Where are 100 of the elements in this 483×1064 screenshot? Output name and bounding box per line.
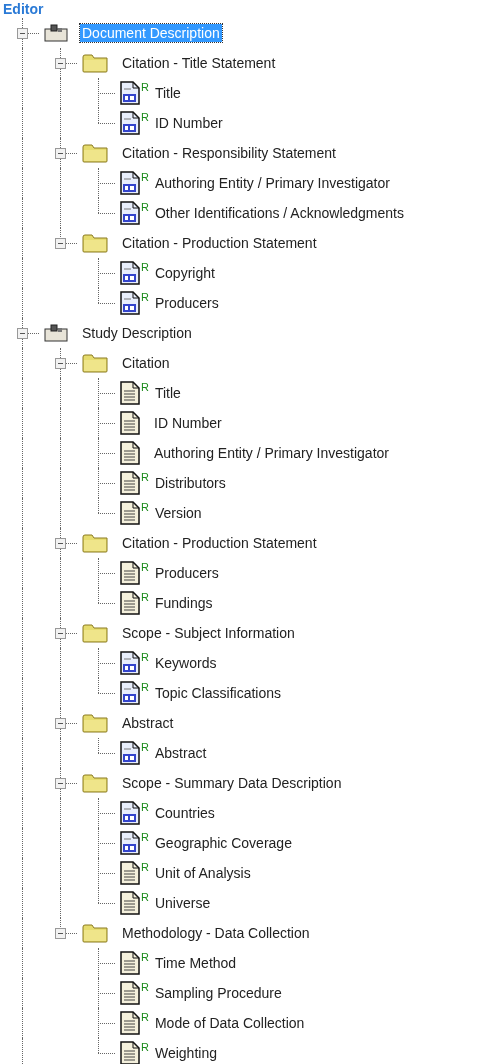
required-mark: R (141, 952, 149, 963)
document-icon (120, 951, 140, 975)
dc-document-icon (120, 651, 140, 675)
panel-heading: Editor (3, 1, 44, 17)
folder-icon (82, 713, 108, 733)
collapse-toggle[interactable] (55, 928, 66, 939)
dc-document-icon (120, 741, 140, 765)
dc-document-icon (120, 171, 140, 195)
collapse-toggle[interactable] (17, 328, 28, 339)
required-mark: R (141, 562, 149, 573)
tree-item[interactable]: Scope - Subject Information (120, 624, 297, 642)
dc-document-icon (120, 681, 140, 705)
tree-item[interactable]: Producers (152, 294, 221, 312)
document-icon (120, 381, 140, 405)
collapse-toggle[interactable] (55, 358, 66, 369)
tree-item[interactable]: ID Number (152, 414, 224, 432)
tree-item[interactable]: Topic Classifications (152, 684, 283, 702)
collapse-toggle[interactable] (55, 628, 66, 639)
document-icon (120, 981, 140, 1005)
dc-document-icon (120, 201, 140, 225)
required-mark: R (141, 82, 149, 93)
folder-icon (82, 353, 108, 373)
tree-item[interactable]: Distributors (152, 474, 228, 492)
dc-document-icon (120, 261, 140, 285)
document-icon (120, 501, 140, 525)
required-mark: R (141, 172, 149, 183)
document-icon (120, 1011, 140, 1035)
required-mark: R (141, 592, 149, 603)
tree-item[interactable]: Copyright (152, 264, 217, 282)
tree-item[interactable]: Other Identifications / Acknowledgments (152, 204, 406, 222)
document-icon (120, 561, 140, 585)
document-icon (120, 591, 140, 615)
required-mark: R (141, 472, 149, 483)
required-mark: R (141, 682, 149, 693)
tree-item[interactable]: Title (152, 384, 183, 402)
tree-item[interactable]: Abstract (120, 714, 176, 732)
dc-document-icon (120, 81, 140, 105)
dc-document-icon (120, 831, 140, 855)
folder-icon (82, 233, 108, 253)
document-icon (120, 891, 140, 915)
tree-item[interactable]: Citation - Production Statement (120, 534, 319, 552)
tree-item[interactable]: Countries (152, 804, 217, 822)
folder-icon (82, 923, 108, 943)
folder-icon (82, 533, 108, 553)
tree-item[interactable]: Citation - Production Statement (120, 234, 319, 252)
required-mark: R (141, 652, 149, 663)
tree-item[interactable]: Scope - Summary Data Description (120, 774, 344, 792)
folder-icon (82, 623, 108, 643)
collapse-toggle[interactable] (55, 778, 66, 789)
required-mark: R (141, 262, 149, 273)
dc-document-icon (120, 291, 140, 315)
collapse-toggle[interactable] (55, 538, 66, 549)
tree-item[interactable]: Authoring Entity / Primary Investigator (152, 174, 392, 192)
tree-item[interactable]: Unit of Analysis (152, 864, 253, 882)
dc-document-icon (120, 111, 140, 135)
tree-item[interactable]: Authoring Entity / Primary Investigator (152, 444, 391, 462)
tree-item[interactable]: Keywords (152, 654, 219, 672)
tree-item[interactable]: Title (152, 84, 183, 102)
tree-item[interactable]: Mode of Data Collection (152, 1014, 307, 1032)
required-mark: R (141, 1012, 149, 1023)
collapse-toggle[interactable] (55, 58, 66, 69)
document-icon (120, 411, 140, 435)
tree-item[interactable]: Weighting (152, 1044, 219, 1062)
required-mark: R (141, 1042, 149, 1053)
document-icon (120, 441, 140, 465)
tree-item[interactable]: Study Description (80, 324, 194, 342)
required-mark: R (141, 802, 149, 813)
tree-item[interactable]: Version (152, 504, 204, 522)
required-mark: R (141, 892, 149, 903)
document-icon (120, 471, 140, 495)
dc-document-icon (120, 801, 140, 825)
collapse-toggle[interactable] (17, 28, 28, 39)
collapse-toggle[interactable] (55, 718, 66, 729)
required-mark: R (141, 502, 149, 513)
folder-icon (82, 773, 108, 793)
required-mark: R (141, 832, 149, 843)
document-icon (120, 861, 140, 885)
tree-item[interactable]: Citation - Title Statement (120, 54, 278, 72)
document-icon (120, 1041, 140, 1064)
required-mark: R (141, 112, 149, 123)
required-mark: R (141, 202, 149, 213)
tree-item[interactable]: Methodology - Data Collection (120, 924, 312, 942)
tree-item[interactable]: Sampling Procedure (152, 984, 284, 1002)
tree-item[interactable]: ID Number (152, 114, 225, 132)
tree-item[interactable]: Producers (152, 564, 221, 582)
tree-item[interactable]: Geographic Coverage (152, 834, 294, 852)
collapse-toggle[interactable] (55, 238, 66, 249)
required-mark: R (141, 982, 149, 993)
collapse-toggle[interactable] (55, 148, 66, 159)
tree-item[interactable]: Citation - Responsibility Statement (120, 144, 338, 162)
tree-item[interactable]: Citation (120, 354, 172, 372)
tree-item[interactable]: Time Method (152, 954, 239, 972)
required-mark: R (141, 742, 149, 753)
folder-icon (82, 143, 108, 163)
tree-item[interactable]: Universe (152, 894, 213, 912)
required-mark: R (141, 382, 149, 393)
required-mark: R (141, 862, 149, 873)
tree-item[interactable]: Fundings (152, 594, 215, 612)
required-mark: R (141, 292, 149, 303)
tree-item[interactable]: Abstract (152, 744, 209, 762)
